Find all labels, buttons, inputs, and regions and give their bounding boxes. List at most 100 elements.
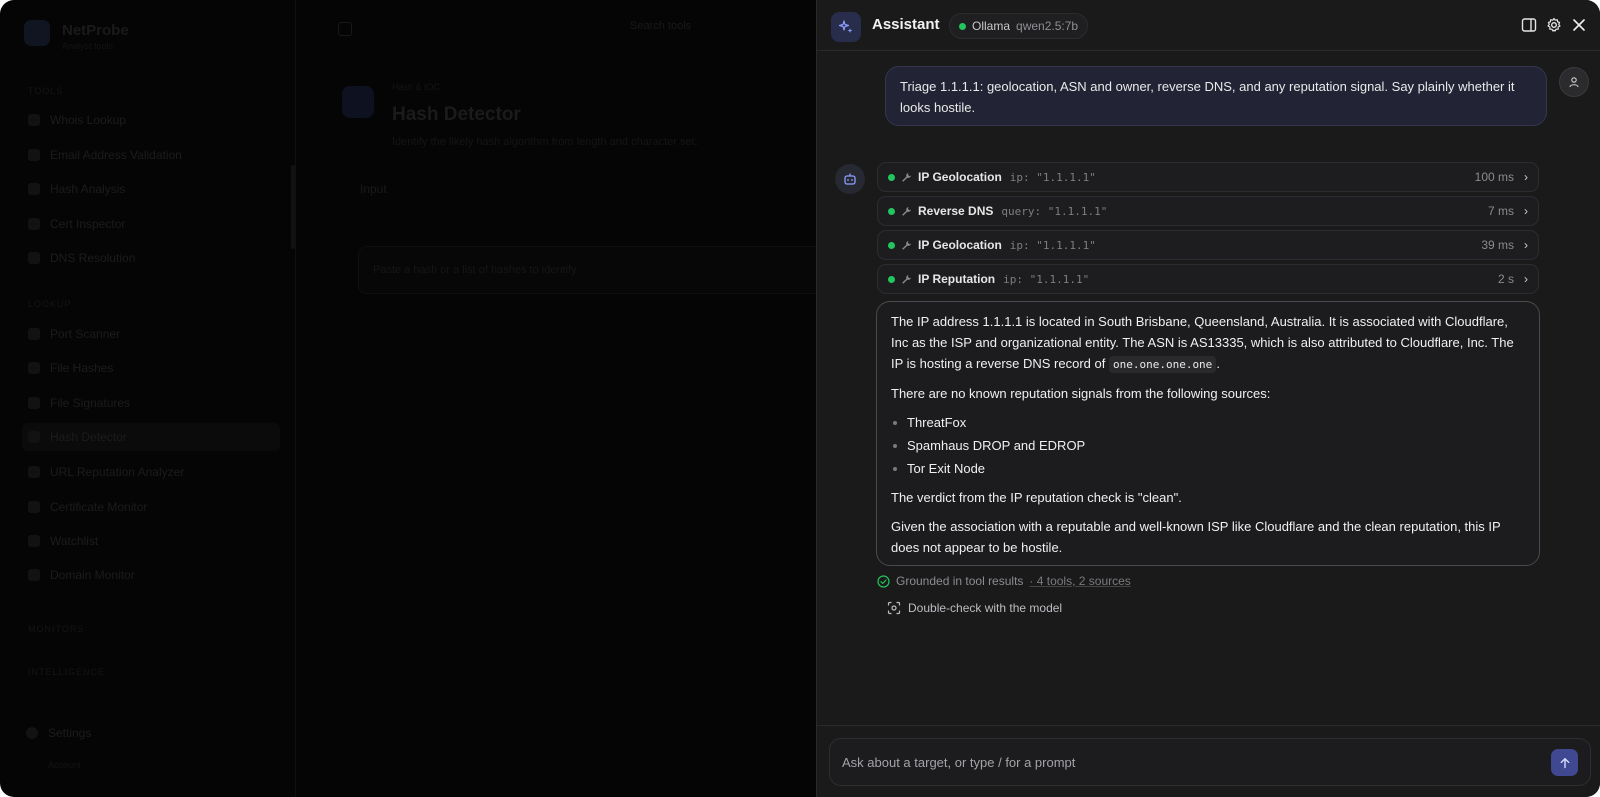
composer-box: [829, 738, 1591, 786]
status-dot: [888, 241, 895, 249]
app-brand-sub: Analyst tools: [62, 41, 114, 51]
sidebar-section-label: TOOLS: [28, 86, 64, 96]
gear-icon[interactable]: [1544, 15, 1564, 35]
tool-header-icon: [342, 86, 374, 118]
status-dot: [888, 207, 895, 215]
tool-name: IP Geolocation: [918, 238, 1002, 252]
sidebar-item-label: Whois Lookup: [50, 113, 127, 127]
tool-icon: [28, 431, 40, 443]
sidebar-item-label: Email Address Validation: [50, 148, 182, 162]
tool-icon: [28, 501, 40, 513]
arrow-up-icon: [1560, 757, 1569, 768]
user-message: Triage 1.1.1.1: geolocation, ASN and own…: [885, 66, 1547, 126]
chevron-right-icon[interactable]: ›: [1524, 238, 1528, 252]
tool-args: query: "1.1.1.1": [1001, 204, 1108, 218]
sidebar-item-label: Port Scanner: [50, 327, 121, 341]
tool-name: IP Geolocation: [918, 170, 1002, 184]
send-button[interactable]: [1551, 749, 1578, 776]
sidebar-item[interactable]: File Hashes: [22, 354, 280, 382]
answer-paragraph: There are no known reputation signals fr…: [891, 386, 1271, 401]
sidebar-item-label: Hash Analysis: [50, 182, 126, 196]
sidebar-section-label: INTELLIGENCE: [28, 667, 106, 677]
sidebar-scrollbar[interactable]: [291, 165, 295, 249]
grounded-label: Grounded in tool results: [896, 574, 1024, 588]
tool-call-row[interactable]: IP Geolocation ip: "1.1.1.1" 39 ms ›: [877, 230, 1539, 260]
sidebar-item-label: Hash Detector: [50, 430, 127, 444]
answer-paragraph: The verdict from the IP reputation check…: [891, 490, 1182, 505]
hash-input[interactable]: Paste a hash or a list of hashes to iden…: [358, 246, 816, 294]
sidebar-item-label: File Hashes: [50, 361, 114, 375]
chevron-right-icon[interactable]: ›: [1524, 204, 1528, 218]
sidebar-item[interactable]: Hash Analysis: [22, 175, 280, 203]
sparkles-icon: [831, 12, 861, 42]
tool-duration: 100 ms: [1474, 170, 1514, 184]
close-icon[interactable]: [1569, 15, 1589, 35]
assistant-title: Assistant: [872, 16, 940, 33]
assistant-header: Assistant Ollama qwen2.5:7b: [817, 0, 1600, 51]
sidebar-item[interactable]: DNS Resolution: [22, 244, 280, 272]
tool-duration: 2 s: [1497, 272, 1514, 286]
grounded-detail-link[interactable]: · 4 tools, 2 sources: [1029, 574, 1130, 588]
tool-args: ip: "1.1.1.1": [1003, 272, 1090, 286]
double-check-label: Double-check with the model: [908, 601, 1063, 615]
sidebar-item-label: Domain Monitor: [50, 568, 135, 582]
sidebar-item[interactable]: Watchlist: [22, 527, 280, 555]
sidebar-toggle-icon[interactable]: [338, 22, 352, 36]
sidebar-toggle-icon[interactable]: [1519, 15, 1539, 35]
sidebar-item-label: URL Reputation Analyzer: [50, 465, 185, 479]
sidebar-section-label: MONITORS: [28, 624, 85, 634]
sidebar-item-active[interactable]: Hash Detector: [22, 423, 280, 451]
model-name: qwen2.5:7b: [1016, 19, 1079, 33]
tool-icon: [28, 218, 40, 230]
background-app: NetProbe Analyst tools TOOLS Whois Looku…: [0, 0, 816, 797]
model-selector[interactable]: Ollama qwen2.5:7b: [949, 13, 1089, 39]
assistant-answer: The IP address 1.1.1.1 is located in Sou…: [876, 301, 1540, 566]
account-label: Account: [48, 760, 81, 770]
sidebar-item[interactable]: Whois Lookup: [22, 106, 280, 134]
scan-icon: [887, 601, 901, 615]
tool-icon: [28, 397, 40, 409]
app-brand: NetProbe: [62, 22, 129, 39]
sidebar-item[interactable]: Cert Inspector: [22, 210, 280, 238]
tool-args: ip: "1.1.1.1": [1009, 170, 1096, 184]
sidebar-item[interactable]: File Signatures: [22, 389, 280, 417]
gear-icon: [26, 727, 38, 739]
tool-icon: [28, 569, 40, 581]
source-list: ThreatFox Spamhaus DROP and EDROP Tor Ex…: [891, 412, 1525, 481]
sidebar-item[interactable]: Email Address Validation: [22, 141, 280, 169]
breadcrumb: Hash & IOC: [392, 82, 441, 92]
sidebar-item-label: Watchlist: [50, 534, 99, 548]
list-item: ThreatFox: [891, 412, 1525, 435]
tool-call-row[interactable]: Reverse DNS query: "1.1.1.1" 7 ms ›: [877, 196, 1539, 226]
settings-link[interactable]: Settings: [26, 726, 91, 740]
sidebar-item[interactable]: Certificate Monitor: [22, 493, 280, 521]
tool-icon: [28, 362, 40, 374]
double-check-button[interactable]: Double-check with the model: [887, 601, 1062, 615]
app-logo: [24, 20, 50, 46]
answer-paragraph: The IP address 1.1.1.1 is located in Sou…: [891, 311, 1525, 375]
check-circle-icon: [877, 574, 890, 588]
wrench-icon: [901, 274, 912, 285]
status-dot: [888, 173, 895, 181]
sidebar-section-label: LOOKUP: [28, 299, 72, 309]
chevron-right-icon[interactable]: ›: [1524, 272, 1528, 286]
sidebar-item[interactable]: URL Reputation Analyzer: [22, 458, 280, 486]
sidebar-item[interactable]: Port Scanner: [22, 320, 280, 348]
assistant-panel: Assistant Ollama qwen2.5:7b Triage 1.1.1…: [816, 0, 1600, 797]
wrench-icon: [901, 172, 912, 183]
tab-input[interactable]: Input: [360, 182, 387, 196]
sidebar-item[interactable]: Domain Monitor: [22, 561, 280, 589]
tool-icon: [28, 252, 40, 264]
sidebar-item-label: Cert Inspector: [50, 217, 126, 231]
tool-icon: [28, 466, 40, 478]
tool-call-row[interactable]: IP Geolocation ip: "1.1.1.1" 100 ms ›: [877, 162, 1539, 192]
search-tools[interactable]: Search tools: [630, 20, 790, 42]
tool-duration: 7 ms: [1487, 204, 1514, 218]
tool-icon: [28, 149, 40, 161]
sidebar-item-label: File Signatures: [50, 396, 131, 410]
chevron-right-icon[interactable]: ›: [1524, 170, 1528, 184]
prompt-input[interactable]: [842, 739, 1532, 785]
tool-icon: [28, 183, 40, 195]
tool-call-row[interactable]: IP Reputation ip: "1.1.1.1" 2 s ›: [877, 264, 1539, 294]
tool-icon: [28, 114, 40, 126]
